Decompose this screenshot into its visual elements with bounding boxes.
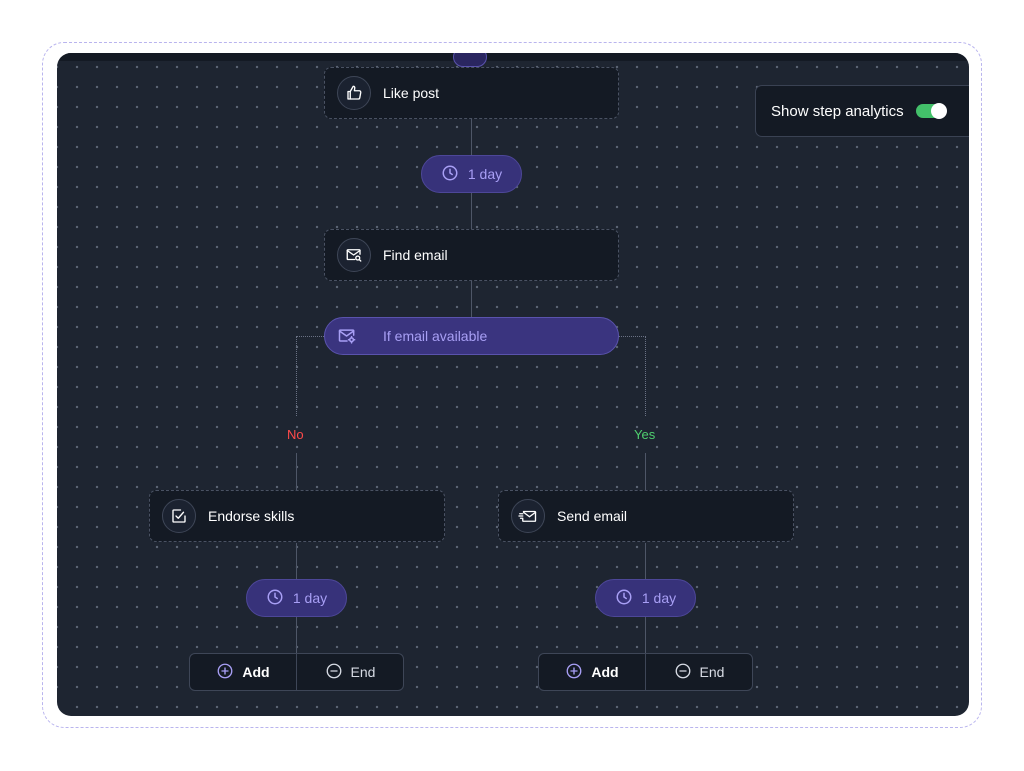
connector (645, 617, 646, 653)
condition-email-available[interactable]: If email available (324, 317, 619, 355)
branch-actions-right: Add End (538, 653, 753, 691)
clock-icon (266, 588, 284, 609)
condition-label: If email available (383, 328, 488, 344)
step-label: Send email (557, 508, 628, 524)
branch-actions-left: Add End (189, 653, 404, 691)
delay-label: 1 day (467, 166, 503, 182)
branch-no-label: No (287, 427, 304, 442)
connector (471, 119, 472, 159)
branch-yes-label: Yes (634, 427, 656, 442)
plus-circle-icon (216, 662, 234, 683)
minus-circle-icon (325, 662, 343, 683)
plus-circle-icon (565, 662, 583, 683)
connector (296, 336, 297, 416)
minus-circle-icon (674, 662, 692, 683)
delay-label: 1 day (292, 590, 328, 606)
mail-settings-icon (337, 326, 357, 346)
add-step-button[interactable]: Add (190, 654, 296, 690)
connector (471, 281, 472, 317)
step-label: Find email (383, 247, 448, 263)
step-endorse-skills[interactable]: Endorse skills (149, 490, 445, 542)
clock-icon (615, 588, 633, 609)
connector (645, 453, 646, 490)
show-step-analytics-panel: Show step analytics (755, 85, 969, 137)
analytics-label: Show step analytics (771, 102, 904, 120)
end-label: End (699, 664, 725, 680)
previous-step-stub[interactable] (453, 53, 487, 67)
step-like-post[interactable]: Like post (324, 67, 619, 119)
delay-pill[interactable]: 1 day (421, 155, 522, 193)
toggle-knob (930, 103, 947, 119)
send-mail-icon (511, 499, 545, 533)
thumbs-up-icon (337, 76, 371, 110)
connector (296, 453, 297, 490)
step-send-email[interactable]: Send email (498, 490, 794, 542)
connector (296, 543, 297, 579)
delay-pill[interactable]: 1 day (595, 579, 696, 617)
end-label: End (350, 664, 376, 680)
mail-search-icon (337, 238, 371, 272)
connector (471, 193, 472, 229)
step-find-email[interactable]: Find email (324, 229, 619, 281)
add-step-button[interactable]: Add (539, 654, 645, 690)
delay-pill[interactable]: 1 day (246, 579, 347, 617)
connector (618, 336, 646, 337)
canvas-top-edge (57, 53, 969, 61)
add-label: Add (591, 664, 619, 680)
clock-icon (441, 164, 459, 185)
delay-label: 1 day (641, 590, 677, 606)
end-flow-button[interactable]: End (296, 654, 403, 690)
connector (296, 336, 324, 337)
flow-canvas[interactable]: Like post 1 day Find email If email avai… (57, 53, 969, 716)
connector (645, 336, 646, 416)
add-label: Add (242, 664, 270, 680)
step-label: Like post (383, 85, 440, 101)
analytics-toggle[interactable] (915, 103, 947, 119)
connector (296, 617, 297, 653)
end-flow-button[interactable]: End (645, 654, 752, 690)
step-label: Endorse skills (208, 508, 295, 524)
check-square-icon (162, 499, 196, 533)
connector (645, 543, 646, 579)
